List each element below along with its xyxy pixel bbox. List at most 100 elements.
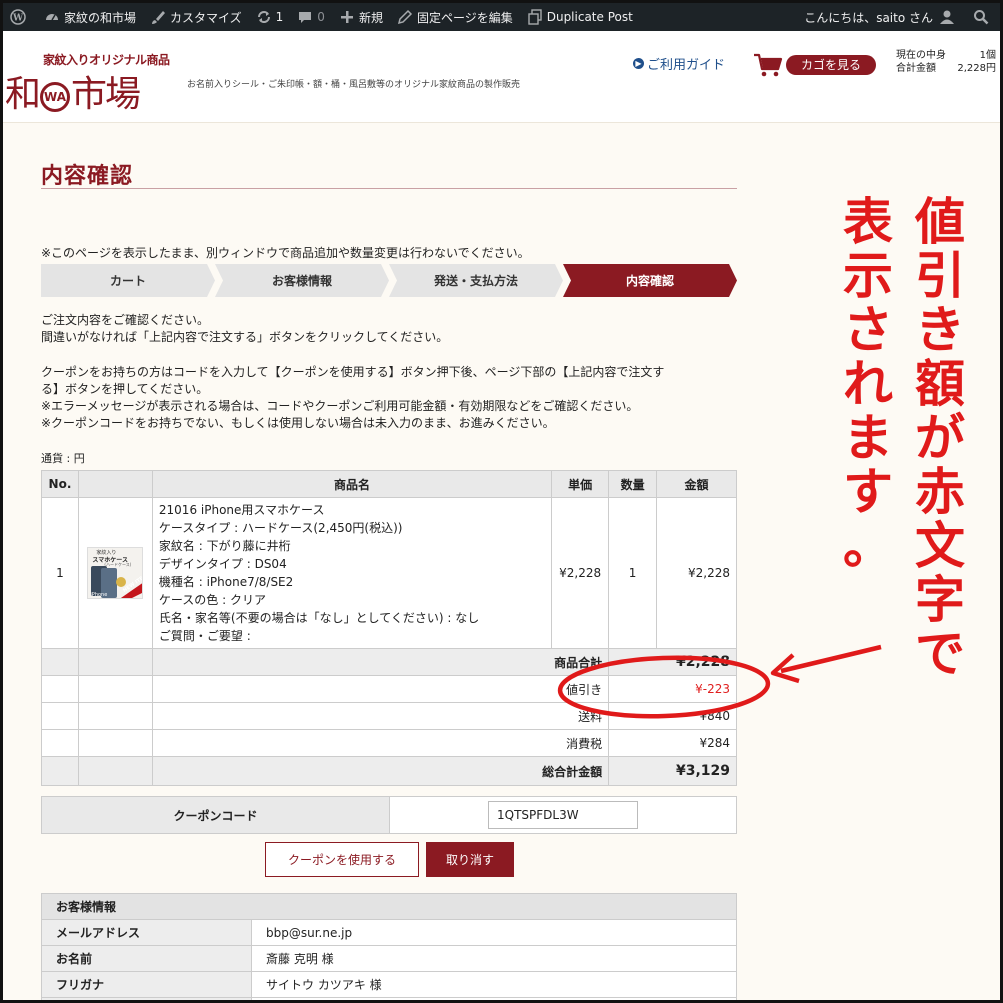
tax-label: 消費税 <box>151 729 610 757</box>
logo-wordmark: 和 WA 市場 <box>5 65 141 117</box>
col-header-amount: 金額 <box>656 470 737 498</box>
brush-icon <box>150 9 166 25</box>
shipping-value: ¥840 <box>608 702 737 730</box>
header-tagline: お名前入りシール・ご朱印帳・額・桶・風呂敷等のオリジナル家紋商品の製作販売 <box>187 80 521 90</box>
step-customer-info-label: お客様情報 <box>271 274 332 288</box>
annotation-text: 値 引 き 額 が 赤 文 字 で 表 示 さ れ ま す 。 <box>836 195 972 681</box>
shopping-cart-icon[interactable] <box>753 52 783 78</box>
duplicate-post-label: Duplicate Post <box>546 10 633 24</box>
product-thumbnail[interactable]: 家紋入り スマホケース (ハードケース) iPhone NEW ITEM <box>87 547 144 599</box>
intro-line: ※エラーメッセージが表示される場合は、コードやクーポンご利用可能金額・有効期限な… <box>41 399 639 413</box>
discount-label: 値引き <box>151 675 610 703</box>
intro-line: 間違いがなければ「上記内容で注文する」ボタンをクリックしてください。 <box>41 330 449 344</box>
site-logo[interactable]: 家紋入りオリジナル商品 和 WA 市場 <box>5 51 170 115</box>
page-title: 内容確認 <box>41 164 134 189</box>
item-detail-line: 家紋名 : 下がり藤に井桁 <box>158 539 291 553</box>
col-header-image <box>77 470 153 498</box>
cart-total-label: 合計金額 <box>896 63 936 74</box>
coupon-code-input[interactable] <box>488 801 638 829</box>
order-items-table: No. 商品名 単価 数量 金額 1 家紋入り スマホケース (ハードケース) … <box>41 470 737 786</box>
annotation-char: 示 <box>843 247 893 305</box>
cancel-coupon-button[interactable]: 取り消す <box>426 842 514 877</box>
new-content-link[interactable]: 新規 <box>332 3 390 31</box>
step-shipping-payment-label: 発送・支払方法 <box>433 274 518 288</box>
annotation-char: 字 <box>915 571 965 629</box>
pencil-icon <box>397 9 413 25</box>
table-row <box>41 997 737 1000</box>
thumb-brand: iPhone <box>90 592 108 598</box>
greeting-label: こんにちは、saito さん <box>804 10 933 25</box>
currency-label: 通貨 : 円 <box>41 452 85 465</box>
col-header-qty: 数量 <box>608 470 658 498</box>
step-confirm-label: 内容確認 <box>625 274 674 288</box>
intro-line: クーポンをお持ちの方はコードを入力して【クーポンを使用する】ボタン押下後、ページ… <box>41 365 665 379</box>
annotation-char: す <box>843 463 893 521</box>
col-header-unit-price: 単価 <box>551 470 610 498</box>
customer-key: お名前 <box>41 945 252 972</box>
refresh-icon <box>256 9 272 25</box>
guide-link[interactable]: ▶ ご利用ガイド <box>633 54 725 73</box>
annotation-char: さ <box>843 301 893 359</box>
step-cart-label: カート <box>109 274 146 288</box>
discount-row: 値引き ¥-223 <box>41 675 737 703</box>
admin-bar-right: こんにちは、saito さん <box>797 3 1000 31</box>
annotation-char: 額 <box>915 355 965 413</box>
total-label: 総合計金額 <box>151 756 610 786</box>
coupon-row: クーポンコード <box>41 796 737 834</box>
item-thumb-cell: 家紋入り スマホケース (ハードケース) iPhone NEW ITEM <box>77 497 153 649</box>
customer-key: フリガナ <box>41 971 252 998</box>
edit-page-label: 固定ページを編集 <box>416 10 513 25</box>
item-unit-price: ¥2,228 <box>551 497 610 649</box>
cart-summary: 現在の中身 1個 合計金額 2,228円 <box>896 49 996 75</box>
item-amount: ¥2,228 <box>656 497 737 649</box>
customize-link[interactable]: カスタマイズ <box>143 3 249 31</box>
customer-value: 斎藤 克明 様 <box>251 945 737 972</box>
tax-value: ¥284 <box>608 729 737 757</box>
wordpress-logo-button[interactable]: W <box>3 3 37 31</box>
wordpress-icon: W <box>10 9 26 25</box>
notice-text: ※このページを表示したまま、別ウィンドウで商品追加や数量変更は行わないでください… <box>41 246 530 260</box>
new-label: 新規 <box>358 10 383 25</box>
logo-kanji-right: 市場 <box>71 74 141 115</box>
site-name-link[interactable]: 家紋の和市場 <box>37 3 143 31</box>
customer-key: メールアドレス <box>41 919 252 946</box>
annotation-char: で <box>915 625 965 683</box>
coupon-field-cell <box>390 797 736 833</box>
comments-link[interactable]: 0 <box>290 3 332 31</box>
customer-value: サイトウ カツアキ 様 <box>251 971 737 998</box>
page-frame: W 家紋の和市場 カスタマイズ 1 0 新規 固定ページを編集 Duplicat… <box>0 0 1003 1003</box>
cart-count: 1個 <box>979 50 996 61</box>
duplicate-post-link[interactable]: Duplicate Post <box>520 3 640 31</box>
logo-wa-mark: WA <box>40 82 71 112</box>
col-header-product: 商品名 <box>151 470 553 498</box>
updates-link[interactable]: 1 <box>249 3 291 31</box>
annotation-char: れ <box>843 355 893 413</box>
annotation-column-2: 表 示 さ れ ま す 。 <box>836 195 900 681</box>
table-row: 1 家紋入り スマホケース (ハードケース) iPhone NEW ITEM 2… <box>41 497 737 649</box>
intro-line: る】ボタンを押してください。 <box>41 382 209 396</box>
logo-kanji-left: 和 <box>5 74 41 115</box>
admin-search-button[interactable] <box>966 3 1000 31</box>
coupon-label: クーポンコード <box>42 797 390 833</box>
annotation-char: ま <box>843 409 893 467</box>
use-coupon-button[interactable]: クーポンを使用する <box>265 842 419 877</box>
total-value: ¥3,129 <box>608 756 737 786</box>
item-details: 21016 iPhone用スマホケース ケースタイプ : ハードケース(2,45… <box>151 497 553 649</box>
annotation-char: が <box>915 409 965 467</box>
item-detail-line: デザインタイプ : DS04 <box>158 557 287 571</box>
item-detail-line: 21016 iPhone用スマホケース <box>158 503 325 517</box>
col-header-no: No. <box>41 470 79 498</box>
total-row: 総合計金額 ¥3,129 <box>41 756 737 786</box>
customer-value: bbp@sur.ne.jp <box>251 919 737 946</box>
annotation-char: 値 <box>915 193 965 251</box>
edit-page-link[interactable]: 固定ページを編集 <box>390 3 520 31</box>
intro-text: ご注文内容をご確認ください。 間違いがなければ「上記内容で注文する」ボタンをクリ… <box>41 312 664 432</box>
shipping-row: 送料 ¥840 <box>41 702 737 730</box>
shipping-label: 送料 <box>151 702 610 730</box>
item-no: 1 <box>41 497 79 649</box>
view-cart-button[interactable]: カゴを見る <box>786 55 876 75</box>
copy-icon <box>527 9 543 25</box>
annotation-char: 文 <box>915 517 965 575</box>
my-account-link[interactable]: こんにちは、saito さん <box>797 3 966 31</box>
updates-count: 1 <box>275 10 284 24</box>
